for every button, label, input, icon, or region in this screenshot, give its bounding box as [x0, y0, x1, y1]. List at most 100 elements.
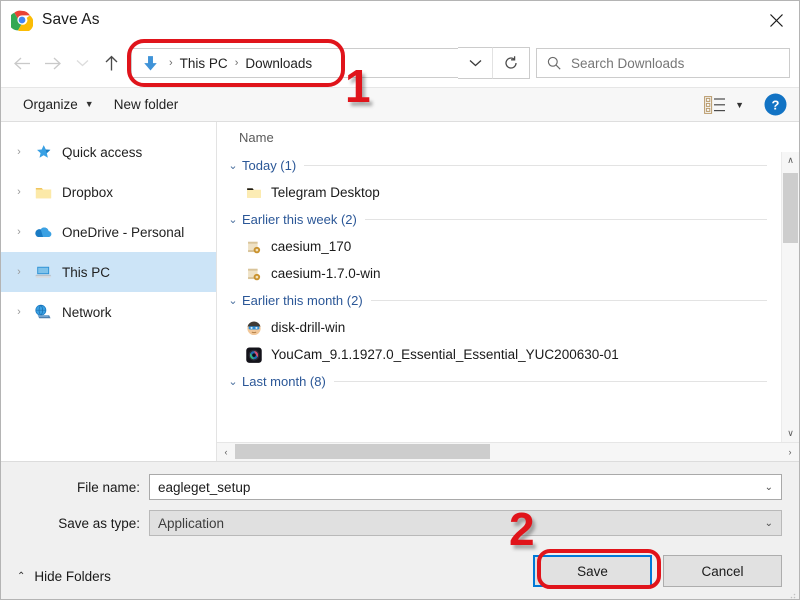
view-chevron-down-icon[interactable]: ▼ [735, 100, 744, 110]
sidebar-item-this-pc[interactable]: › This PC [1, 252, 216, 292]
installer-icon [244, 264, 263, 283]
collapse-chevron-icon[interactable]: ⌄ [224, 294, 242, 307]
column-header-name[interactable]: Name [217, 122, 799, 152]
view-details-icon[interactable] [704, 95, 726, 114]
save-as-type-value: Application [158, 515, 225, 531]
file-list-item[interactable]: disk-drill-win [224, 314, 781, 341]
file-group-label: Last month (8) [242, 374, 326, 389]
expand-chevron-icon[interactable]: › [9, 266, 29, 278]
toolbar-right-group: ▼ ? [704, 93, 787, 116]
hide-folders-button[interactable]: ⌃ Hide Folders [17, 569, 111, 584]
horizontal-scroll-track[interactable] [235, 443, 781, 461]
scroll-up-icon[interactable]: ∧ [782, 152, 799, 169]
file-name-row: File name: eagleget_setup ⌄ [1, 474, 799, 500]
sidebar-item-label: OneDrive - Personal [62, 224, 185, 240]
breadcrumb-item-downloads[interactable]: Downloads [245, 56, 312, 71]
save-button[interactable]: Save [533, 555, 652, 587]
search-icon [537, 56, 571, 70]
help-icon[interactable]: ? [764, 93, 787, 116]
navigation-bar: › This PC › Downloads Search Downloads [1, 39, 799, 87]
organize-label: Organize [23, 97, 78, 112]
file-group-header-earlier-this-week[interactable]: ⌄ Earlier this week (2) [224, 206, 781, 233]
chevron-down-icon[interactable]: ⌄ [765, 482, 773, 493]
cloud-icon [33, 222, 53, 242]
file-list-scroll-area: ⌄ Today (1) Telegram Desktop ⌄ Earlier t… [217, 152, 799, 442]
cancel-button[interactable]: Cancel [663, 555, 782, 587]
breadcrumb-chevron-down-icon[interactable] [458, 47, 492, 79]
resize-grip-icon[interactable] [786, 587, 796, 599]
file-list-pane: Name ⌄ Today (1) Telegram Desktop ⌄ Earl… [217, 122, 799, 461]
sidebar-item-label: This PC [62, 264, 111, 280]
save-as-dialog: Save As › This PC › Downloads Search Dow… [0, 0, 800, 600]
file-list-item[interactable]: caesium-1.7.0-win [224, 260, 781, 287]
expand-chevron-icon[interactable]: › [9, 306, 29, 318]
file-name-label: caesium-1.7.0-win [271, 266, 381, 281]
sidebar-item-dropbox[interactable]: › Dropbox [1, 172, 216, 212]
sidebar-item-label: Dropbox [62, 184, 114, 200]
expand-chevron-icon[interactable]: › [9, 146, 29, 158]
sidebar-item-label: Network [62, 304, 112, 320]
file-name-label: caesium_170 [271, 239, 352, 254]
breadcrumb[interactable]: › This PC › Downloads [131, 48, 458, 78]
scroll-left-icon[interactable]: ‹ [217, 443, 235, 461]
file-group-header-earlier-this-month[interactable]: ⌄ Earlier this month (2) [224, 287, 781, 314]
command-toolbar: Organize ▼ New folder ▼ ? [1, 87, 799, 122]
file-list-item[interactable]: caesium_170 [224, 233, 781, 260]
vertical-scroll-track[interactable] [782, 169, 799, 425]
downloads-arrow-icon [141, 54, 160, 73]
recent-locations-chevron-down-icon[interactable] [67, 47, 97, 79]
hide-folders-label: Hide Folders [34, 569, 111, 584]
file-group-header-last-month[interactable]: ⌄ Last month (8) [224, 368, 781, 395]
file-group-label: Today (1) [242, 158, 297, 173]
vertical-scroll-thumb[interactable] [783, 173, 798, 243]
file-name-label: disk-drill-win [271, 320, 346, 335]
collapse-chevron-icon[interactable]: ⌄ [224, 159, 242, 172]
horizontal-scroll-thumb[interactable] [235, 444, 490, 459]
organize-button[interactable]: Organize ▼ [13, 88, 104, 121]
expand-chevron-icon[interactable]: › [9, 186, 29, 198]
group-divider [364, 219, 767, 220]
breadcrumb-separator: › [169, 56, 173, 69]
sidebar-item-quick-access[interactable]: › Quick access [1, 132, 216, 172]
file-list-item[interactable]: Telegram Desktop [224, 179, 781, 206]
chrome-logo-icon [8, 9, 34, 33]
file-list-item[interactable]: YouCam_9.1.1927.0_Essential_Essential_YU… [224, 341, 781, 368]
dialog-body: › Quick access › Dropbox › OneDrive - Pe… [1, 122, 799, 461]
navigation-sidebar: › Quick access › Dropbox › OneDrive - Pe… [1, 122, 217, 461]
sidebar-item-label: Quick access [62, 144, 143, 160]
save-as-type-label: Save as type: [58, 515, 140, 531]
file-list: ⌄ Today (1) Telegram Desktop ⌄ Earlier t… [217, 152, 781, 442]
collapse-chevron-icon[interactable]: ⌄ [224, 375, 242, 388]
group-divider [370, 300, 767, 301]
file-group-label: Earlier this month (2) [242, 293, 363, 308]
save-as-type-row: Save as type: Application ⌄ [1, 510, 799, 536]
new-folder-label: New folder [113, 97, 179, 112]
collapse-chevron-icon[interactable]: ⌄ [224, 213, 242, 226]
vertical-scrollbar[interactable]: ∧ ∨ [781, 152, 799, 442]
sidebar-item-onedrive[interactable]: › OneDrive - Personal [1, 212, 216, 252]
sidebar-item-network[interactable]: › Network [1, 292, 216, 332]
file-name-label: YouCam_9.1.1927.0_Essential_Essential_YU… [271, 347, 619, 362]
installer-icon [244, 237, 263, 256]
scroll-down-icon[interactable]: ∨ [782, 425, 799, 442]
breadcrumb-item-this-pc[interactable]: This PC [180, 56, 228, 71]
new-folder-button[interactable]: New folder [104, 88, 189, 121]
title-bar: Save As [1, 1, 799, 39]
file-group-header-today[interactable]: ⌄ Today (1) [224, 152, 781, 179]
save-as-type-select[interactable]: Application ⌄ [149, 510, 782, 536]
search-input[interactable]: Search Downloads [536, 48, 790, 78]
horizontal-scrollbar[interactable]: ‹ › [217, 442, 799, 461]
scroll-right-icon[interactable]: › [781, 443, 799, 461]
file-name-label: Telegram Desktop [271, 185, 380, 200]
expand-chevron-icon[interactable]: › [9, 226, 29, 238]
chevron-down-icon[interactable]: ⌄ [765, 518, 773, 529]
forward-arrow-icon[interactable] [37, 47, 67, 79]
close-icon[interactable] [753, 1, 799, 39]
back-arrow-icon[interactable] [7, 47, 37, 79]
refresh-icon[interactable] [492, 47, 530, 79]
disk-drill-icon [244, 318, 263, 337]
computer-icon [33, 262, 53, 282]
file-name-input[interactable]: eagleget_setup ⌄ [149, 474, 782, 500]
file-name-value: eagleget_setup [158, 479, 251, 495]
up-arrow-icon[interactable] [97, 47, 125, 79]
